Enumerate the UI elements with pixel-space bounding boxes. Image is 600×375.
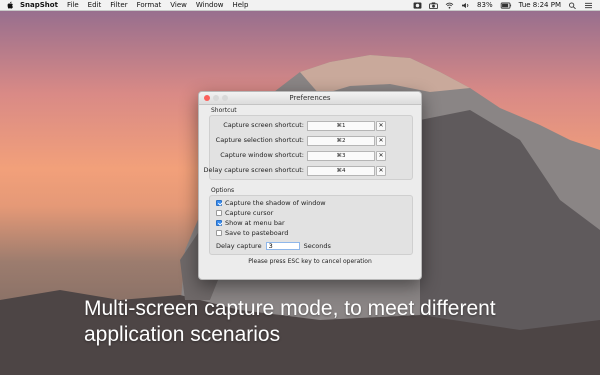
clear-shortcut-button[interactable]: ✕ <box>376 151 386 161</box>
shortcut-group: Capture screen shortcut: ⌘1 ✕ Capture se… <box>204 115 413 180</box>
menu-bar: SnapShot File Edit Filter Format View Wi… <box>0 0 600 11</box>
menu-app-name[interactable]: SnapShot <box>20 1 58 9</box>
delay-capture-label: Delay capture <box>216 242 262 250</box>
apple-icon[interactable] <box>6 1 14 9</box>
volume-icon[interactable] <box>461 2 470 9</box>
clear-shortcut-button[interactable]: ✕ <box>376 136 386 146</box>
delay-capture-row: Delay capture Seconds <box>216 241 331 251</box>
menu-edit[interactable]: Edit <box>88 1 102 9</box>
menu-format[interactable]: Format <box>137 1 162 9</box>
menu-filter[interactable]: Filter <box>110 1 127 9</box>
menu-help[interactable]: Help <box>232 1 248 9</box>
shortcut-row-capture-selection: Capture selection shortcut: ⌘2 ✕ <box>210 136 412 146</box>
delay-unit-label: Seconds <box>303 242 331 250</box>
window-title: Preferences <box>289 94 331 102</box>
shortcut-row-capture-window: Capture window shortcut: ⌘3 ✕ <box>210 151 412 161</box>
battery-icon[interactable] <box>500 1 512 9</box>
menu-window[interactable]: Window <box>196 1 224 9</box>
spotlight-search-icon[interactable] <box>568 1 577 9</box>
option-label: Save to pasteboard <box>225 229 289 237</box>
menu-clock[interactable]: Tue 8:24 PM <box>519 1 561 9</box>
shortcut-field-delay-capture[interactable]: ⌘4 <box>307 166 375 176</box>
delay-seconds-input[interactable] <box>265 242 300 250</box>
checkbox-capture-cursor[interactable] <box>216 210 222 216</box>
shortcut-row-delay-capture: Delay capture screen shortcut: ⌘4 ✕ <box>204 166 412 176</box>
option-capture-shadow[interactable]: Capture the shadow of window <box>216 199 326 207</box>
shortcut-label: Delay capture screen shortcut: <box>203 166 304 174</box>
shortcut-field-capture-window[interactable]: ⌘3 <box>307 151 375 161</box>
checkbox-save-pasteboard[interactable] <box>216 230 222 236</box>
menu-view[interactable]: View <box>170 1 187 9</box>
option-label: Show at menu bar <box>225 219 285 227</box>
battery-percent[interactable]: 83% <box>477 1 493 9</box>
option-label: Capture cursor <box>225 209 274 217</box>
shortcut-field-capture-screen[interactable]: ⌘1 <box>307 121 375 131</box>
checkbox-show-menu-bar[interactable] <box>216 220 222 226</box>
shortcut-section-label: Shortcut <box>211 107 237 114</box>
shortcut-row-capture-screen: Capture screen shortcut: ⌘1 ✕ <box>210 121 412 131</box>
clear-shortcut-button[interactable]: ✕ <box>376 166 386 176</box>
wifi-icon[interactable] <box>445 2 454 9</box>
promo-caption: Multi-screen capture mode, to meet diffe… <box>84 296 584 348</box>
option-capture-cursor[interactable]: Capture cursor <box>216 209 273 217</box>
camera-icon[interactable] <box>429 1 438 9</box>
caption-line-1: Multi-screen capture mode, to meet diffe… <box>84 297 496 320</box>
shortcut-label: Capture window shortcut: <box>220 151 304 159</box>
option-show-menu-bar[interactable]: Show at menu bar <box>216 219 285 227</box>
preferences-window: Preferences Shortcut Capture screen shor… <box>198 91 422 280</box>
option-label: Capture the shadow of window <box>225 199 326 207</box>
shortcut-field-capture-selection[interactable]: ⌘2 <box>307 136 375 146</box>
menu-file[interactable]: File <box>67 1 79 9</box>
esc-cancel-note: Please press ESC key to cancel operation <box>248 258 372 265</box>
shortcut-label: Capture selection shortcut: <box>215 136 304 144</box>
shortcut-label: Capture screen shortcut: <box>223 121 304 129</box>
options-group: Capture the shadow of window Capture cur… <box>209 195 413 255</box>
clear-shortcut-button[interactable]: ✕ <box>376 121 386 131</box>
snapshot-status-icon[interactable] <box>413 1 422 9</box>
window-titlebar[interactable]: Preferences <box>199 92 421 105</box>
options-section-label: Options <box>211 187 235 194</box>
caption-line-2: application scenarios <box>84 323 281 346</box>
notification-center-icon[interactable] <box>584 2 593 9</box>
option-save-pasteboard[interactable]: Save to pasteboard <box>216 229 288 237</box>
checkbox-capture-shadow[interactable] <box>216 200 222 206</box>
